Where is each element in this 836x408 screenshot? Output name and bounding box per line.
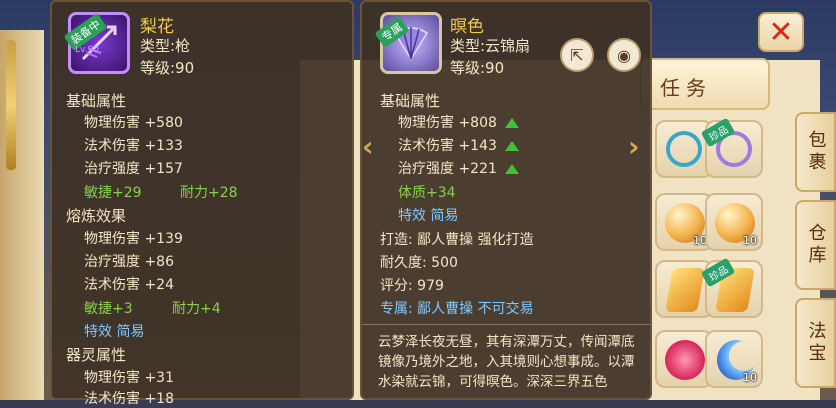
base-stats-title: 基础属性 (66, 92, 127, 110)
item-level-badge: Lv.90 (75, 45, 99, 55)
equipped-item-tooltip: 装备中 Lv.90 梨花 类型:枪 等级:90 基础属性 物理伤害 +580 法… (50, 0, 354, 407)
item-type: 类型:枪 (140, 37, 191, 55)
tab-treasure-label: 法宝 (805, 321, 827, 365)
stat-line: 法术伤害 +18 (84, 391, 174, 407)
swirl-item-icon (665, 340, 705, 380)
durability: 耐久度: 500 (380, 255, 458, 271)
score: 评分: 979 (380, 278, 444, 294)
eye-icon: ◉ (617, 45, 631, 65)
stat-line: 物理伤害 +808 (398, 112, 519, 132)
stat-text: 治疗强度 +221 (398, 161, 497, 177)
stat-line: 法术伤害 +24 (84, 277, 174, 293)
item-type: 类型:云锦扇 (450, 37, 531, 55)
stat-line: 物理伤害 +31 (84, 370, 174, 386)
stat-text: 法术伤害 +143 (398, 138, 497, 154)
tab-tasks-label: 任务 (660, 76, 712, 100)
tab-inventory[interactable]: 包裹 (795, 112, 836, 192)
compare-item-tooltip: 专属 暝色 类型:云锦扇 等级:90 ⇱ ◉ 基础属性 物理伤害 +808 法术… (360, 0, 652, 400)
inventory-slot[interactable]: 珍品 (700, 117, 763, 178)
item-name: 梨花 (140, 17, 174, 37)
view-button[interactable]: ◉ (607, 38, 641, 72)
item-description: 云梦泽长夜无昼，其有深潭万丈，传闻潭底镜像乃境外之地，入其境则心想事成。以潭水染… (378, 334, 635, 390)
tab-inventory-label: 包裹 (805, 130, 827, 174)
stat-line: 物理伤害 +580 (84, 115, 183, 131)
inventory-slot[interactable]: 10 (705, 330, 763, 388)
next-arrow-icon[interactable]: › (628, 130, 648, 163)
tab-tasks[interactable]: 任务 (640, 58, 770, 110)
bonus-stat: 敏捷+3 (84, 301, 133, 317)
bonus-stat: 敏捷+29 (84, 185, 142, 201)
slot-quantity: 10 (743, 371, 757, 384)
forge-info: 打造: 鄙人曹操 强化打造 (380, 232, 534, 248)
stat-line: 治疗强度 +157 (84, 161, 183, 177)
exclusive-info: 专属: 鄙人曹操 不可交易 (380, 301, 534, 317)
divider (362, 324, 650, 325)
stat-up-arrow-icon (504, 118, 519, 128)
tassel-decoration (6, 40, 16, 170)
stat-up-arrow-icon (504, 164, 519, 174)
close-icon: ✕ (768, 14, 794, 50)
stat-line: 法术伤害 +143 (398, 135, 519, 155)
stat-line: 治疗强度 +86 (84, 254, 174, 270)
forge-effects-title: 熔炼效果 (66, 207, 127, 225)
bonus-stat: 耐力+28 (180, 185, 238, 201)
item-level: 等级:90 (140, 59, 195, 77)
bonus-stat: 耐力+4 (172, 301, 221, 317)
share-icon: ⇱ (570, 45, 584, 65)
tab-storage-label: 仓库 (805, 223, 827, 267)
inventory-slot[interactable]: 珍品 (700, 257, 763, 318)
compare-item-icon: 专属 (374, 12, 442, 74)
close-button[interactable]: ✕ (758, 12, 804, 52)
inventory-slot[interactable]: 10 (705, 193, 763, 251)
tab-storage[interactable]: 仓库 (795, 200, 836, 290)
tab-treasure[interactable]: 法宝 (795, 298, 836, 388)
base-stats-title: 基础属性 (380, 92, 441, 110)
special-effect: 特效 简易 (84, 324, 145, 340)
spirit-stats-title: 器灵属性 (66, 346, 127, 364)
special-effect: 特效 简易 (398, 208, 459, 224)
item-level: 等级:90 (450, 59, 505, 77)
stat-line: 物理伤害 +139 (84, 231, 183, 247)
equipped-item-icon: 装备中 Lv.90 (63, 12, 130, 74)
stat-line: 治疗强度 +221 (398, 158, 519, 178)
prev-arrow-icon[interactable]: ‹ (362, 130, 382, 163)
stat-line: 法术伤害 +133 (84, 138, 183, 154)
share-button[interactable]: ⇱ (560, 38, 594, 72)
slot-quantity: 10 (743, 234, 757, 247)
ring-item-icon (666, 131, 702, 167)
crystal-item-icon (665, 268, 705, 312)
stat-up-arrow-icon (504, 141, 519, 151)
bonus-stat: 体质+34 (398, 185, 456, 201)
item-name: 暝色 (450, 17, 484, 37)
stat-text: 物理伤害 +808 (398, 115, 497, 131)
